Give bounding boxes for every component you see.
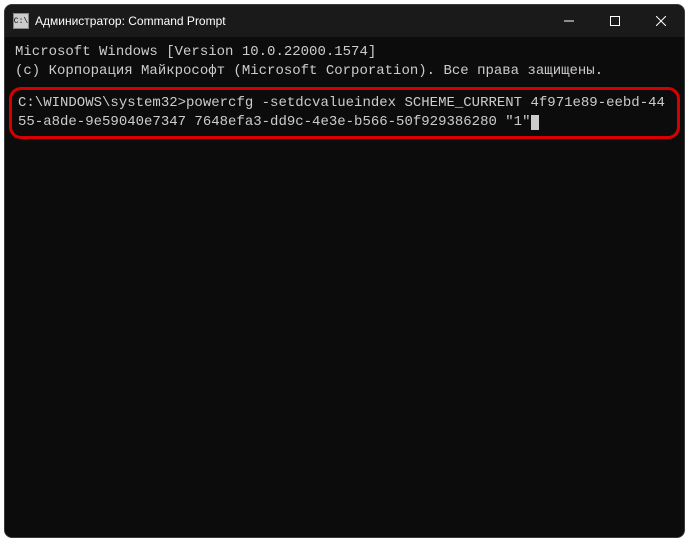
- titlebar[interactable]: C:\ Администратор: Command Prompt: [5, 5, 684, 37]
- window-title: Администратор: Command Prompt: [35, 14, 546, 28]
- terminal-area[interactable]: Microsoft Windows [Version 10.0.22000.15…: [5, 37, 684, 537]
- copyright-line: (c) Корпорация Майкрософт (Microsoft Cor…: [15, 62, 674, 81]
- version-line: Microsoft Windows [Version 10.0.22000.15…: [15, 43, 674, 62]
- maximize-button[interactable]: [592, 5, 638, 37]
- cursor: [531, 115, 539, 130]
- command-line: C:\WINDOWS\system32>powercfg -setdcvalue…: [18, 95, 665, 130]
- maximize-icon: [610, 16, 620, 26]
- prompt-text: C:\WINDOWS\system32>: [18, 95, 186, 111]
- window-controls: [546, 5, 684, 37]
- close-button[interactable]: [638, 5, 684, 37]
- close-icon: [656, 16, 666, 26]
- command-highlight: C:\WINDOWS\system32>powercfg -setdcvalue…: [9, 87, 680, 139]
- minimize-icon: [564, 16, 574, 26]
- command-prompt-window: C:\ Администратор: Command Prompt Mi: [4, 4, 685, 538]
- cmd-icon: C:\: [13, 13, 29, 29]
- minimize-button[interactable]: [546, 5, 592, 37]
